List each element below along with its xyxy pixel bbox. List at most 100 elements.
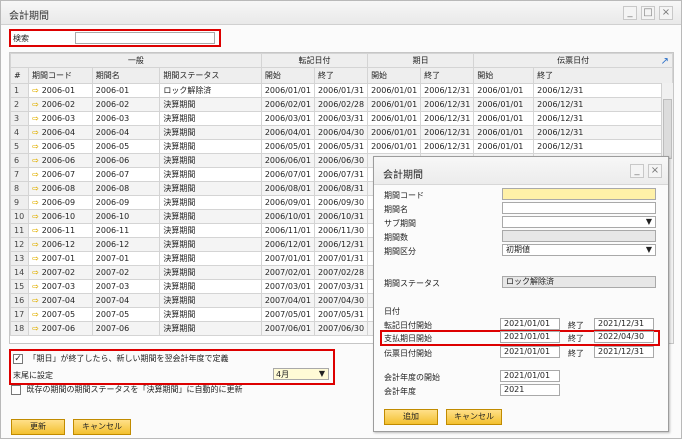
table-cell[interactable]: ⇨ 2007-03 [27,279,93,294]
table-cell[interactable]: 2006-12 [91,237,161,252]
link-arrow-icon[interactable]: ⇨ [32,170,39,179]
table-cell[interactable]: 2006/12/31 [533,111,673,126]
table-row[interactable]: 4 ⇨ 2006-04 2006-04 決算期間 2006/04/01 2006/04/30… [10,125,673,140]
link-arrow-icon[interactable]: ⇨ [32,282,39,291]
link-arrow-icon[interactable]: ⇨ [32,114,39,123]
close-button[interactable]: × [659,6,673,20]
option-checkbox-3[interactable] [11,384,21,395]
row-number[interactable]: 9 [10,195,29,210]
table-cell[interactable]: 2007/06/30 [313,321,369,336]
table-cell[interactable]: 2006-11 [91,223,161,238]
table-cell[interactable]: 2006/12/31 [420,125,475,140]
table-cell[interactable]: 2006/01/01 [260,83,315,98]
table-cell[interactable]: 2007/04/30 [313,293,369,308]
table-cell[interactable]: ⇨ 2006-05 [27,139,93,154]
due-to-field[interactable]: 2022/04/30 [594,331,654,343]
posting-to-field[interactable]: 2021/12/31 [594,318,654,330]
table-cell[interactable]: 2006/03/31 [313,111,369,126]
end-month-select[interactable]: 4月 ▼ [273,368,329,380]
row-number[interactable]: 13 [10,251,29,266]
posting-from-field[interactable]: 2021/01/01 [500,318,560,330]
table-cell[interactable]: 決算期間 [159,139,262,154]
expand-icon[interactable]: ↗ [661,56,669,67]
table-cell[interactable]: 決算期間 [159,265,262,280]
row-number[interactable]: 2 [10,97,29,112]
table-cell[interactable]: 2006/04/01 [260,125,315,140]
table-cell[interactable]: 決算期間 [159,167,262,182]
table-cell[interactable]: 決算期間 [159,307,262,322]
table-cell[interactable]: 2006-06 [91,153,161,168]
table-cell[interactable]: ロック解除済 [159,83,262,98]
row-number[interactable]: 14 [10,265,29,280]
search-input[interactable] [75,32,215,44]
table-cell[interactable]: 2007-01 [91,251,161,266]
table-cell[interactable]: 2007-06 [91,321,161,336]
link-arrow-icon[interactable]: ⇨ [32,128,39,137]
document-from-field[interactable]: 2021/01/01 [500,346,560,358]
table-cell[interactable]: 決算期間 [159,195,262,210]
table-cell[interactable]: 2006/01/01 [367,125,422,140]
scrollbar-thumb[interactable] [663,99,672,159]
cancel-button[interactable]: キャンセル [73,419,131,435]
table-cell[interactable]: 2006-04 [91,125,161,140]
option-checkbox-1[interactable]: ✓ [13,353,23,364]
table-cell[interactable]: 2006/07/01 [260,167,315,182]
table-cell[interactable]: 2006/01/01 [473,83,535,98]
link-arrow-icon[interactable]: ⇨ [32,324,39,333]
table-cell[interactable]: 決算期間 [159,111,262,126]
table-cell[interactable]: ⇨ 2007-02 [27,265,93,280]
table-cell[interactable]: ⇨ 2006-08 [27,181,93,196]
table-cell[interactable]: ⇨ 2007-04 [27,293,93,308]
table-cell[interactable]: 2006/11/30 [313,223,369,238]
table-cell[interactable]: 決算期間 [159,153,262,168]
table-cell[interactable]: 2006/12/31 [533,97,673,112]
table-cell[interactable]: 2006/01/01 [473,125,535,140]
column-header[interactable]: 期間ステータス [159,67,262,84]
table-row[interactable]: 2 ⇨ 2006-02 2006-02 決算期間 2006/02/01 2006/02/28… [10,97,673,112]
table-cell[interactable]: 2006-09 [91,195,161,210]
table-cell[interactable]: 決算期間 [159,321,262,336]
table-cell[interactable]: 2007/02/28 [313,265,369,280]
table-cell[interactable]: 2006-02 [91,97,161,112]
table-cell[interactable]: ⇨ 2006-06 [27,153,93,168]
link-arrow-icon[interactable]: ⇨ [32,310,39,319]
subperiod-select[interactable]: ▼ [502,216,656,228]
column-header[interactable]: 終了 [313,67,369,84]
table-cell[interactable]: 2007-03 [91,279,161,294]
table-cell[interactable]: 2006/09/30 [313,195,369,210]
column-header[interactable]: 期間コード [27,67,93,84]
table-cell[interactable]: 2006/01/01 [367,111,422,126]
column-header[interactable]: 終了 [533,67,673,84]
table-cell[interactable]: 2006/12/31 [420,83,475,98]
table-cell[interactable]: 2006/01/31 [313,83,369,98]
row-number[interactable]: 18 [10,321,29,336]
maximize-button[interactable]: □ [641,6,655,20]
table-cell[interactable]: 2006-10 [91,209,161,224]
table-cell[interactable]: ⇨ 2006-03 [27,111,93,126]
row-number[interactable]: 5 [10,139,29,154]
table-cell[interactable]: 2006/09/01 [260,195,315,210]
link-arrow-icon[interactable]: ⇨ [32,198,39,207]
update-button[interactable]: 更新 [11,419,65,435]
table-cell[interactable]: 2006/12/31 [420,111,475,126]
table-cell[interactable]: ⇨ 2006-11 [27,223,93,238]
table-cell[interactable]: 2006/12/31 [533,125,673,140]
row-number[interactable]: 7 [10,167,29,182]
link-arrow-icon[interactable]: ⇨ [32,254,39,263]
table-cell[interactable]: 2006/02/28 [313,97,369,112]
link-arrow-icon[interactable]: ⇨ [32,212,39,221]
table-cell[interactable]: 2006-08 [91,181,161,196]
column-header[interactable]: 終了 [420,67,475,84]
dialog-minimize-button[interactable]: _ [630,164,644,178]
table-cell[interactable]: 決算期間 [159,97,262,112]
table-cell[interactable]: 2007-05 [91,307,161,322]
link-arrow-icon[interactable]: ⇨ [32,296,39,305]
table-cell[interactable]: 2007/06/01 [260,321,315,336]
row-number[interactable]: 16 [10,293,29,308]
table-cell[interactable]: 2006/10/01 [260,209,315,224]
table-cell[interactable]: ⇨ 2007-01 [27,251,93,266]
table-cell[interactable]: ⇨ 2006-01 [27,83,93,98]
dialog-close-button[interactable]: × [648,164,662,178]
table-cell[interactable]: 2007/01/31 [313,251,369,266]
table-cell[interactable]: 2006/12/31 [313,237,369,252]
